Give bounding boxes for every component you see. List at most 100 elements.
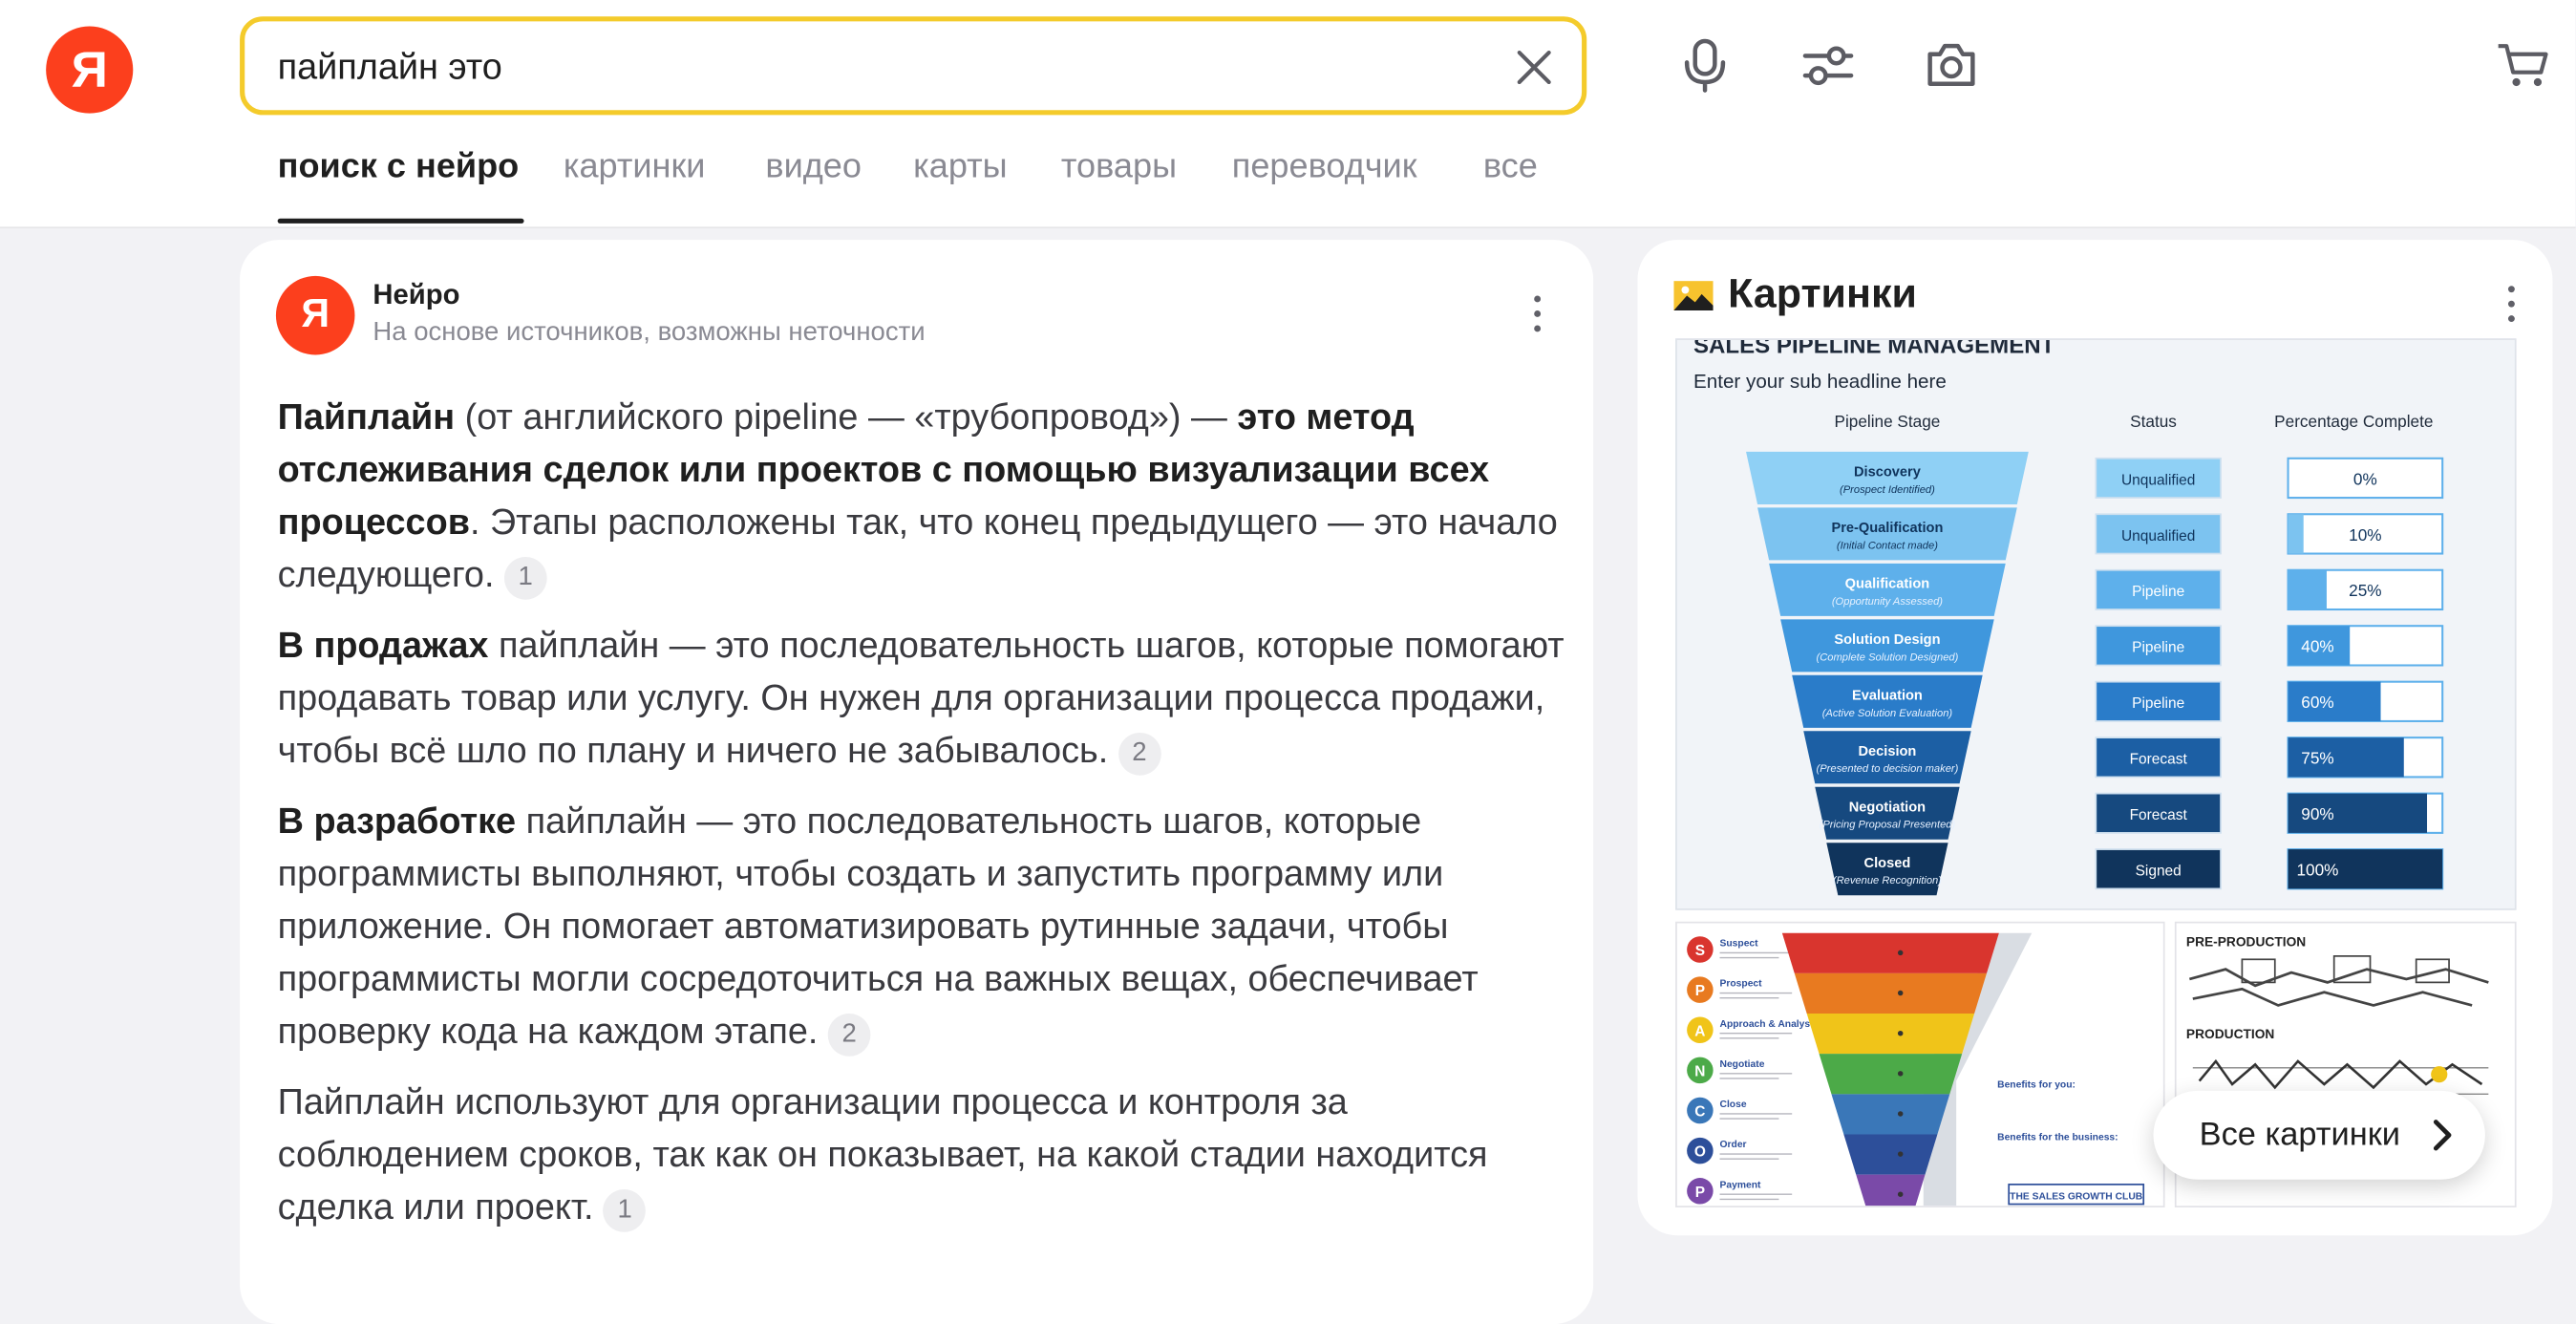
stage-note: (Prospect Identified) xyxy=(1840,484,1935,496)
funnel-step-label: Suspect xyxy=(1720,939,1759,950)
stage-label: Decision xyxy=(1858,744,1916,759)
answer-paragraph: В продажах пайплайн — это последовательн… xyxy=(278,619,1567,777)
tab-translator[interactable]: переводчик xyxy=(1232,148,1417,187)
image-headline: SALES PIPELINE MANAGEMENT xyxy=(1693,340,2055,359)
funnel-step-letter: C xyxy=(1694,1104,1705,1121)
status-label: Pipeline xyxy=(2132,584,2184,600)
funnel-pointer-dot xyxy=(1897,950,1904,956)
picture-icon xyxy=(1673,281,1714,311)
production-label: PRODUCTION xyxy=(2186,1027,2274,1041)
funnel-segment xyxy=(1819,1054,1963,1095)
funnel-pointer-dot xyxy=(1897,1111,1904,1117)
funnel-step-letter: N xyxy=(1694,1063,1705,1079)
active-tab-indicator xyxy=(277,218,524,224)
stage-label: Negotiation xyxy=(1849,801,1926,816)
funnel-pointer-dot xyxy=(1897,1071,1904,1077)
tab-products[interactable]: товары xyxy=(1061,148,1177,187)
source-ref-badge[interactable]: 2 xyxy=(827,1014,871,1057)
funnel-step-letter: P xyxy=(1695,983,1705,999)
neuro-disclaimer: На основе источников, возможны неточност… xyxy=(373,318,926,347)
clear-icon[interactable] xyxy=(1509,43,1559,93)
funnel-step-label: Prospect xyxy=(1720,979,1763,990)
images-title[interactable]: Картинки xyxy=(1728,271,1917,319)
neuro-answer-text: Пайплайн (от английского pipeline — «тру… xyxy=(278,391,1567,1251)
chevron-right-icon xyxy=(2433,1120,2452,1151)
status-label: Signed xyxy=(2136,864,2182,880)
percent-label: 10% xyxy=(2349,525,2381,545)
status-label: Pipeline xyxy=(2132,695,2184,712)
funnel-segment xyxy=(1794,972,1987,1014)
answer-paragraph: Пайплайн используют для организации проц… xyxy=(278,1076,1567,1233)
answer-text: . Этапы расположены так, что конец преды… xyxy=(277,501,1558,595)
col-stage-label: Pipeline Stage xyxy=(1835,412,1941,431)
funnel-pointer-dot xyxy=(1897,1030,1904,1036)
benefits-business-label: Benefits for the business: xyxy=(1997,1132,2118,1142)
tab-maps[interactable]: карты xyxy=(913,148,1007,187)
source-ref-badge[interactable]: 2 xyxy=(1118,732,1161,776)
image-thumb-pipeline[interactable]: SALES PIPELINE MANAGEMENT Enter your sub… xyxy=(1675,338,2517,910)
stage-note: (Initial Contact made) xyxy=(1837,540,1938,551)
neuro-avatar: Я xyxy=(275,275,355,355)
yandex-logo[interactable]: Я xyxy=(46,26,134,114)
funnel-step-label: Order xyxy=(1720,1140,1747,1150)
answer-text: Пайплайн используют для организации проц… xyxy=(277,1080,1488,1228)
pre-production-label: PRE-PRODUCTION xyxy=(2186,935,2306,950)
funnel-segment xyxy=(1856,1174,1926,1207)
answer-paragraph: В разработке пайплайн — это последовател… xyxy=(278,795,1567,1057)
stage-label: Closed xyxy=(1864,856,1911,871)
status-label: Forecast xyxy=(2130,807,2188,823)
filters-icon[interactable] xyxy=(1799,36,1858,96)
neuro-more-icon[interactable] xyxy=(1521,289,1553,339)
funnel-step-text-lines xyxy=(1719,1113,1793,1120)
percent-label: 25% xyxy=(2349,581,2381,600)
funnel-step-label: Negotiate xyxy=(1720,1059,1765,1070)
neuro-answer-card: Я Нейро На основе источников, возможны н… xyxy=(240,240,1594,1324)
microphone-icon[interactable] xyxy=(1675,36,1735,96)
funnel-step-label: Approach & Analyse xyxy=(1720,1019,1817,1030)
funnel-segment xyxy=(1806,1014,1975,1055)
stage-note: (Active Solution Evaluation) xyxy=(1822,708,1953,719)
all-images-button[interactable]: Все картинки xyxy=(2153,1090,2485,1180)
image-subheadline: Enter your sub headline here xyxy=(1693,371,1947,393)
percent-label: 75% xyxy=(2301,749,2333,768)
stage-label: Evaluation xyxy=(1852,689,1923,704)
source-ref-badge[interactable]: 1 xyxy=(603,1189,647,1232)
funnel-step-letter: A xyxy=(1694,1023,1705,1039)
status-label: Pipeline xyxy=(2132,640,2184,656)
percent-bar-fill xyxy=(2288,514,2304,554)
percent-label: 0% xyxy=(2353,469,2377,488)
funnel-step-text-lines xyxy=(1719,951,1793,959)
pipeline-image: SALES PIPELINE MANAGEMENT Enter your sub… xyxy=(1693,340,2444,896)
all-images-label: Все картинки xyxy=(2199,1116,2401,1153)
funnel-segment xyxy=(1831,1094,1950,1135)
funnel-segment xyxy=(1781,932,1999,973)
sales-funnel-image: S Suspect P Prospect A Approach & Analyse N Neg… xyxy=(1687,932,2145,1207)
tab-images[interactable]: картинки xyxy=(564,148,706,187)
funnel-pointer-dot xyxy=(1897,1191,1904,1197)
percent-label: 100% xyxy=(2297,861,2339,880)
percent-label: 90% xyxy=(2301,804,2333,823)
answer-text: (от английского pipeline — «трубопровод»… xyxy=(455,395,1238,438)
search-box xyxy=(240,16,1587,116)
col-percent-label: Percentage Complete xyxy=(2274,412,2433,431)
tab-video[interactable]: видео xyxy=(765,148,862,187)
search-input[interactable] xyxy=(277,39,1494,96)
stage-note: (Pricing Proposal Presented) xyxy=(1820,820,1956,831)
neuro-title: Нейро xyxy=(373,279,460,311)
camera-search-icon[interactable] xyxy=(1922,36,1981,96)
source-ref-badge[interactable]: 1 xyxy=(503,556,547,600)
percent-bar-fill xyxy=(2288,569,2327,610)
funnel-step-text-lines xyxy=(1719,1033,1793,1039)
status-label: Unqualified xyxy=(2121,472,2195,488)
answer-bold: В разработке xyxy=(277,800,517,842)
stage-note: (Presented to decision maker) xyxy=(1817,763,1959,775)
funnel-segment xyxy=(1843,1134,1938,1175)
stage-note: (Opportunity Assessed) xyxy=(1832,596,1943,608)
images-more-icon[interactable] xyxy=(2495,279,2527,329)
cart-icon[interactable] xyxy=(2494,36,2553,96)
tab-neuro-search[interactable]: поиск с нейро xyxy=(278,148,520,187)
image-thumb-sales-funnel[interactable]: S Suspect P Prospect A Approach & Analyse N Neg… xyxy=(1675,921,2165,1207)
percent-label: 40% xyxy=(2301,637,2333,656)
funnel-pointer-dot xyxy=(1897,990,1904,996)
tab-all[interactable]: все xyxy=(1483,148,1538,187)
